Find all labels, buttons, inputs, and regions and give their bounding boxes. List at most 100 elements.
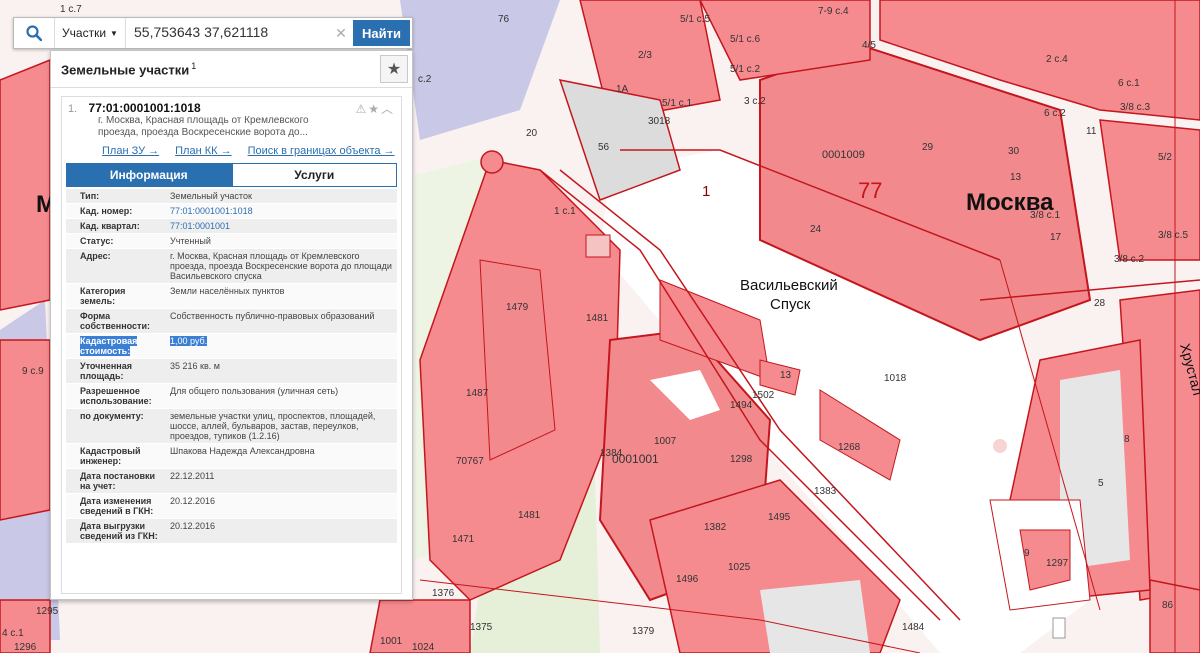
map-label-51c1: 5/1 с.1	[662, 98, 692, 109]
map-label-6c2: 6 с.2	[1044, 108, 1066, 119]
map-label-1298: 1298	[730, 454, 753, 465]
map-label-86: 86	[1162, 600, 1174, 611]
map-label-1376: 1376	[432, 588, 455, 599]
map-label-1a: 1А	[616, 84, 629, 95]
map-label-0001009: 0001009	[822, 149, 865, 161]
chevron-down-icon: ▼	[110, 28, 118, 38]
info-row-type: Тип: Земельный участок	[66, 189, 397, 204]
map-label-1479: 1479	[506, 302, 529, 313]
chevron-up-icon[interactable]: ︿	[381, 102, 395, 116]
info-row-cad-number: Кад. номер: 77:01:0001001:1018	[66, 204, 397, 219]
info-row-registration-date: Дата постановки на учет: 22.12.2011	[66, 469, 397, 494]
map-label-1471: 1471	[452, 534, 475, 545]
search-input[interactable]	[126, 18, 331, 46]
map-label-1379: 1379	[632, 626, 655, 637]
map-label-1001: 1001	[380, 636, 403, 647]
map-label-1024: 1024	[412, 642, 435, 653]
map-label-3018: 3018	[648, 116, 671, 127]
tab-information[interactable]: Информация	[66, 163, 232, 187]
map-label-1502: 1502	[752, 390, 775, 401]
map-label-1481: 1481	[586, 313, 609, 324]
map-label-1018: 1018	[884, 373, 907, 384]
map-label-vasilyevsky: Васильевский	[740, 277, 838, 294]
map-label-1494: 1494	[730, 400, 753, 411]
map-label-56: 56	[598, 142, 610, 153]
map-label-3c2: 3 с.2	[744, 96, 766, 107]
map-label-13b: 13	[780, 370, 792, 381]
map-label-8: 8	[1124, 434, 1130, 445]
map-label-38c3: 3/8 с.3	[1120, 102, 1150, 113]
map-label-51c2: 5/1 с.2	[730, 64, 760, 75]
result-header: 1. 77:01:0001001:1018 ⚠★︿	[62, 97, 401, 117]
info-row-status: Статус: Учтенный	[66, 234, 397, 249]
result-card: 1. 77:01:0001001:1018 ⚠★︿ г. Москва, Кра…	[61, 96, 402, 594]
info-row-permitted-use: Разрешенное использование: Для общего пол…	[66, 384, 397, 409]
map-label-51c5: 5/1 с.5	[680, 14, 710, 25]
map-label-1495: 1495	[768, 512, 791, 523]
info-row-land-category: Категория земель: Земли населённых пункто…	[66, 284, 397, 309]
link-search-in-bounds[interactable]: Поиск в границах объекта →	[248, 145, 395, 157]
map-label-1382: 1382	[704, 522, 727, 533]
map-label-30: 30	[1008, 146, 1020, 157]
info-row-export-date: Дата выгрузки сведений из ГКН: 20.12.2016	[66, 519, 397, 544]
map-label-1484: 1484	[902, 622, 925, 633]
link-plan-kk[interactable]: План КК →	[175, 145, 231, 157]
map-label-20: 20	[526, 128, 538, 139]
map-label-6c1: 6 с.1	[1118, 78, 1140, 89]
favorite-star-button[interactable]: ★	[380, 55, 408, 83]
tab-services[interactable]: Услуги	[231, 163, 397, 187]
map-label-1268: 1268	[838, 442, 861, 453]
map-label-24: 24	[810, 224, 822, 235]
object-type-label: Участки	[62, 26, 107, 40]
panel-header: Земельные участки 1 ★	[51, 51, 412, 88]
map-label-77: 77	[858, 178, 882, 203]
warning-icon[interactable]: ⚠	[355, 102, 368, 116]
info-row-engineer: Кадастровый инженер: Шпакова Надежда Алек…	[66, 444, 397, 469]
map-label-spusk: Спуск	[770, 296, 811, 313]
map-label-1375: 1375	[470, 622, 493, 633]
map-label-1295: 1295	[36, 606, 59, 617]
map-label-52: 5/2	[1158, 152, 1172, 163]
map-label-5: 5	[1098, 478, 1104, 489]
map-label-1296: 1296	[14, 642, 37, 653]
object-type-select[interactable]: Участки ▼	[55, 18, 126, 48]
map-label-1c7: 1 с.7	[60, 4, 82, 15]
info-row-cad-value: Кадастровая стоимость: 1,00 руб.	[66, 334, 397, 359]
result-address: г. Москва, Красная площадь от Кремлевско…	[98, 115, 309, 138]
info-row-change-date: Дата изменения сведений в ГКН: 20.12.2016	[66, 494, 397, 519]
map-label-17: 17	[1050, 232, 1062, 243]
result-index: 1.	[68, 103, 78, 115]
panel-title: Земельные участки 1	[61, 60, 197, 78]
map-label-28: 28	[1094, 298, 1106, 309]
search-icon[interactable]	[14, 18, 55, 48]
map-label-1383: 1383	[814, 486, 837, 497]
map-label-9c9: 9 с.9	[22, 366, 44, 377]
info-row-cad-quarter: Кад. квартал: 77:01:0001001	[66, 219, 397, 234]
close-icon[interactable]: ✕	[331, 18, 351, 48]
map-label-4c1: 4 с.1	[2, 628, 24, 639]
map-label-c2: с.2	[418, 74, 432, 85]
map-label-1481b: 1481	[518, 510, 541, 521]
map-label-23: 2/3	[638, 50, 652, 61]
map-label-79c4: 7-9 с.4	[818, 6, 849, 17]
map-label-1297: 1297	[1046, 558, 1069, 569]
parcel-bottom-gray	[760, 580, 870, 653]
panel-title-count: 1	[191, 60, 197, 71]
map-label-13: 13	[1010, 172, 1022, 183]
result-cadastral-id[interactable]: 77:01:0001001:1018	[89, 101, 201, 115]
info-row-by-document: по документу: земельные участки улиц, про…	[66, 409, 397, 444]
star-outline-icon[interactable]: ★	[368, 102, 381, 116]
parcel-left	[0, 58, 51, 311]
map-label-29: 29	[922, 142, 934, 153]
map-label-1025: 1025	[728, 562, 751, 573]
result-tools: ⚠★︿	[355, 100, 395, 117]
result-tabs: Информация Услуги	[66, 163, 397, 187]
result-links: План ЗУ → План КК → Поиск в границах объ…	[102, 145, 401, 157]
find-button[interactable]: Найти	[353, 20, 410, 46]
map-label-38c1: 3/8 с.1	[1030, 210, 1060, 221]
map-label-1496: 1496	[676, 574, 699, 585]
map-label-2c4: 2 с.4	[1046, 54, 1068, 65]
info-table: Тип: Земельный участок Кад. номер: 77:01:0…	[66, 189, 397, 544]
map-label-45: 4/5	[862, 40, 876, 51]
link-plan-zu[interactable]: План ЗУ →	[102, 145, 159, 157]
